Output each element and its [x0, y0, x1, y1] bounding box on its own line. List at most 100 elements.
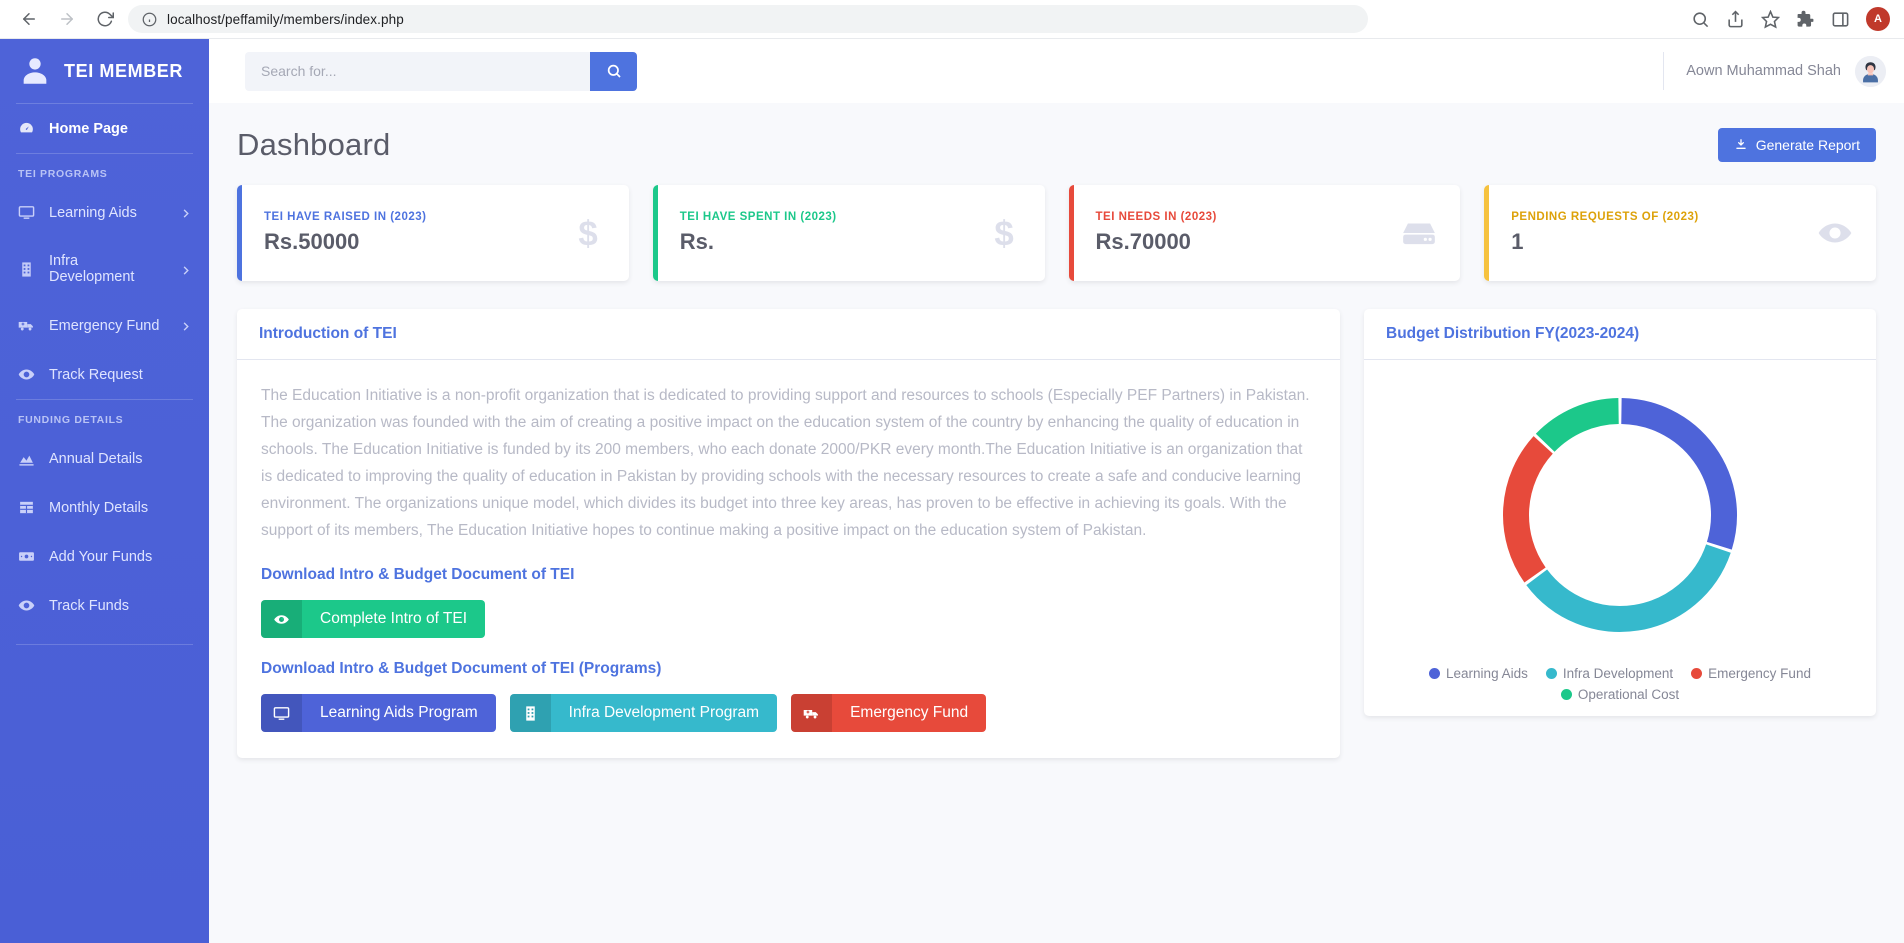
extensions-icon[interactable] — [1796, 10, 1815, 29]
browser-profile-avatar[interactable]: A — [1866, 7, 1890, 31]
complete-intro-label: Complete Intro of TEI — [320, 610, 468, 627]
donut-segment[interactable] — [1503, 436, 1554, 583]
forward-button[interactable] — [52, 4, 82, 34]
stat-card-body: TEI HAVE RAISED IN (2023) Rs.50000 — [264, 211, 569, 255]
address-bar-url: localhost/peffamily/members/index.php — [167, 11, 404, 27]
learning-aids-program-button[interactable]: Learning Aids Program — [261, 694, 496, 732]
bookmark-star-icon[interactable] — [1761, 9, 1780, 29]
legend-item[interactable]: Operational Cost — [1560, 687, 1679, 702]
eye-icon — [1816, 214, 1854, 252]
chevron-right-icon — [180, 320, 191, 331]
dashboard-panels: Introduction of TEI The Education Initia… — [237, 309, 1876, 758]
user-circle-icon — [18, 54, 52, 88]
search-input[interactable] — [245, 51, 590, 91]
app-shell: TEI MEMBER Home Page TEI PROGRAMS Learni… — [0, 39, 1904, 943]
stat-card-pending-requests[interactable]: PENDING REQUESTS OF (2023) 1 — [1484, 185, 1876, 281]
sidebar-item-label: Monthly Details — [49, 499, 149, 516]
legend-color-dot — [1545, 668, 1557, 679]
legend-item[interactable]: Learning Aids — [1429, 666, 1528, 681]
legend-item[interactable]: Emergency Fund — [1691, 666, 1811, 681]
budget-chart-panel: Budget Distribution FY(2023-2024) Learni… — [1364, 309, 1876, 716]
forward-arrow-icon — [61, 13, 73, 25]
sidebar-item-label: Learning Aids — [49, 204, 137, 221]
stat-card-raised[interactable]: TEI HAVE RAISED IN (2023) Rs.50000 $ — [237, 185, 629, 281]
search-icon — [607, 64, 621, 78]
site-info-icon[interactable] — [142, 12, 157, 27]
browser-toolbar: localhost/peffamily/members/index.php A — [0, 0, 1904, 39]
sidebar-item-annual-details[interactable]: Annual Details — [0, 434, 209, 483]
legend-label: Infra Development — [1562, 666, 1674, 681]
stat-card-spent[interactable]: TEI HAVE SPENT IN (2023) Rs. $ — [652, 185, 1045, 281]
download-icon — [1736, 139, 1746, 150]
sidebar-item-add-your-funds[interactable]: Add Your Funds — [0, 532, 209, 581]
search-icon[interactable] — [1691, 10, 1710, 29]
sidebar-item-home-page[interactable]: Home Page — [0, 104, 209, 153]
stat-card-label: TEI HAVE RAISED IN (2023) — [264, 211, 427, 223]
intro-button-row: Complete Intro of TEI — [261, 600, 1316, 638]
intro-panel: Introduction of TEI The Education Initia… — [237, 309, 1340, 758]
sidebar-divider — [16, 644, 193, 645]
ambulance-icon — [791, 694, 833, 732]
complete-intro-button[interactable]: Complete Intro of TEI — [261, 600, 486, 638]
dollar-sign-icon: $ — [985, 214, 1023, 254]
legend-item[interactable]: Infra Development — [1545, 666, 1674, 681]
search-button[interactable] — [590, 51, 637, 91]
sidebar-item-monthly-details[interactable]: Monthly Details — [0, 483, 209, 532]
stat-card-value: Rs.50000 — [264, 229, 360, 254]
infra-development-program-label: Infra Development Program — [568, 704, 760, 721]
avatar[interactable] — [1855, 55, 1886, 87]
sidebar-item-infra-development[interactable]: Infra Development — [0, 237, 209, 301]
legend-color-dot — [1429, 668, 1441, 679]
chart-legend: Learning Aids Infra Development Emergency … — [1405, 666, 1835, 702]
stat-card-label: TEI NEEDS IN (2023) — [1095, 211, 1217, 223]
emergency-fund-button[interactable]: Emergency Fund — [791, 694, 987, 732]
eye-icon — [261, 600, 302, 638]
address-bar[interactable]: localhost/peffamily/members/index.php — [128, 5, 1368, 33]
sidebar-item-emergency-fund[interactable]: Emergency Fund — [0, 301, 209, 350]
legend-label: Learning Aids — [1446, 666, 1528, 681]
stat-card-needs[interactable]: TEI NEEDS IN (2023) Rs.70000 — [1068, 185, 1461, 281]
user-menu[interactable]: Aown Muhammad Shah — [1663, 52, 1886, 90]
sidebar-item-label: Home Page — [49, 120, 128, 137]
svg-text:$: $ — [994, 215, 1013, 252]
donut-chart[interactable] — [1485, 380, 1755, 650]
generate-report-label: Generate Report — [1755, 137, 1860, 153]
brand-logo[interactable]: TEI MEMBER — [0, 39, 209, 103]
sidepanel-icon[interactable] — [1831, 10, 1850, 29]
dashboard-content: Dashboard Generate Report TEI HAVE RAISE… — [209, 103, 1904, 943]
sidebar-item-track-funds[interactable]: Track Funds — [0, 581, 209, 630]
stat-cards: TEI HAVE RAISED IN (2023) Rs.50000 $ TEI… — [237, 185, 1876, 281]
stat-card-value: Rs. — [679, 229, 714, 254]
back-button[interactable] — [14, 4, 44, 34]
money-bill-icon — [18, 548, 35, 565]
stat-card-body: TEI NEEDS IN (2023) Rs.70000 — [1096, 211, 1401, 255]
stat-card-body: PENDING REQUESTS OF (2023) 1 — [1511, 211, 1816, 255]
sidebar-item-learning-aids[interactable]: Learning Aids — [0, 188, 209, 237]
topbar: Aown Muhammad Shah — [209, 39, 1904, 103]
user-avatar-icon — [1855, 55, 1886, 87]
page-title: Dashboard — [237, 127, 391, 162]
sidebar-item-label: Add Your Funds — [49, 548, 153, 565]
emergency-fund-label: Emergency Fund — [850, 704, 969, 721]
sidebar-item-track-request[interactable]: Track Request — [0, 350, 209, 399]
sidebar-item-label: Emergency Fund — [49, 317, 160, 334]
sidebar-heading-programs: TEI PROGRAMS — [18, 168, 108, 180]
chart-area: Learning Aids Infra Development Emergency … — [1364, 360, 1876, 716]
donut-segment[interactable] — [1526, 544, 1731, 632]
program-button-row: Learning Aids Program Infra Development … — [261, 694, 1316, 732]
donut-segment[interactable] — [1535, 398, 1620, 453]
brand-name: TEI MEMBER — [64, 60, 184, 81]
intro-panel-body: The Education Initiative is a non-profit… — [237, 360, 1340, 758]
user-name: Aown Muhammad Shah — [1686, 63, 1841, 79]
chevron-right-icon — [180, 264, 191, 275]
infra-development-program-button[interactable]: Infra Development Program — [509, 694, 778, 732]
reload-button[interactable] — [90, 4, 120, 34]
share-icon[interactable] — [1726, 9, 1745, 29]
learning-aids-program-label: Learning Aids Program — [320, 704, 478, 721]
sidebar-heading-funding: FUNDING DETAILS — [18, 414, 124, 426]
generate-report-button[interactable]: Generate Report — [1717, 128, 1876, 162]
stat-card-value: Rs.70000 — [1095, 229, 1191, 254]
sidebar-item-label: Track Funds — [49, 597, 130, 614]
donut-segment[interactable] — [1620, 398, 1737, 550]
legend-color-dot — [1560, 689, 1572, 700]
